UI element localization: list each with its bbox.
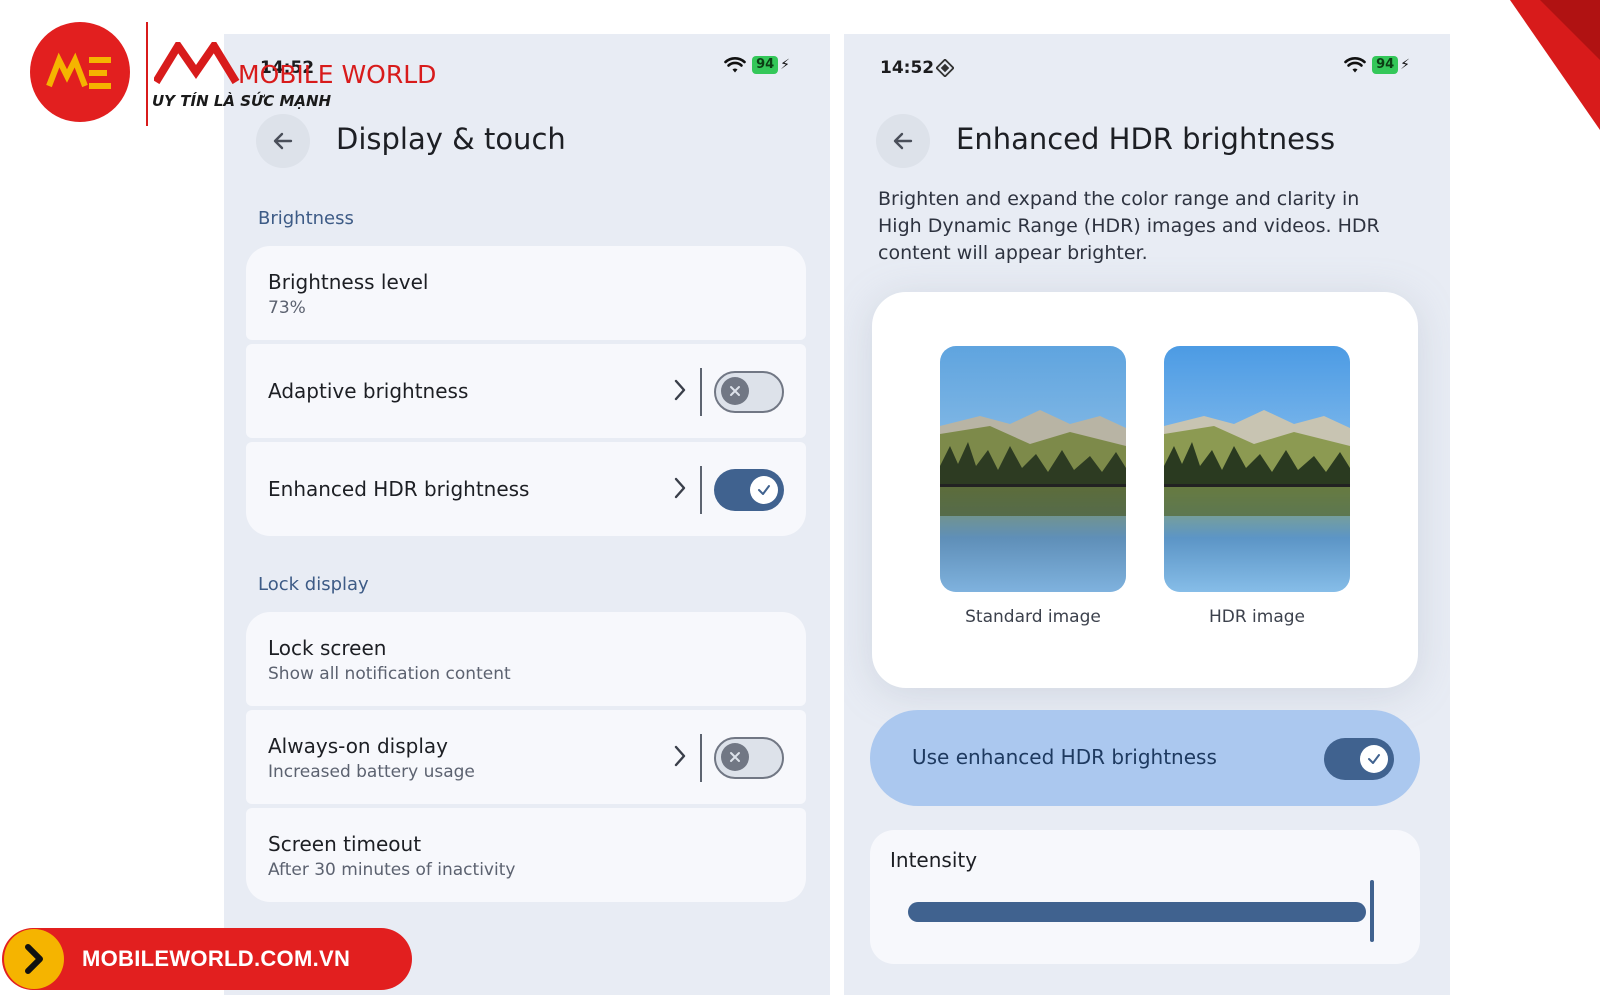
battery-level: 94 bbox=[1372, 56, 1399, 74]
website-url: MOBILEWORLD.COM.VN bbox=[82, 946, 351, 971]
chevron-right-icon[interactable] bbox=[672, 475, 688, 501]
wifi-icon bbox=[724, 57, 746, 73]
wifi-icon bbox=[1344, 57, 1366, 73]
toggle-knob bbox=[750, 476, 778, 504]
toggle-knob bbox=[1360, 745, 1388, 773]
brightness-level-item[interactable]: Brightness level 73% bbox=[246, 246, 806, 340]
brand-slogan: UY TÍN LÀ SỨC MẠNH bbox=[152, 92, 332, 110]
display-touch-screen: 14:52 94 ⚡ Display & touch Brightness Br… bbox=[224, 34, 830, 995]
logo-divider bbox=[146, 22, 148, 126]
adaptive-brightness-item[interactable]: Adaptive brightness bbox=[246, 344, 806, 438]
preview-card: Standard image HDR image bbox=[872, 292, 1418, 688]
always-on-display-toggle[interactable] bbox=[714, 737, 784, 779]
brand-logo-mark bbox=[30, 22, 130, 122]
landscape-photo-hdr bbox=[1164, 346, 1350, 592]
item-subtitle: Show all notification content bbox=[268, 664, 511, 684]
intensity-slider-handle[interactable] bbox=[1370, 880, 1374, 942]
landscape-photo-standard bbox=[940, 346, 1126, 592]
intensity-slider-track[interactable] bbox=[908, 902, 1366, 922]
enhanced-hdr-item[interactable]: Enhanced HDR brightness bbox=[246, 442, 806, 536]
status-icons: 94 ⚡ bbox=[724, 56, 790, 74]
item-title: Adaptive brightness bbox=[268, 379, 469, 403]
item-subtitle: Increased battery usage bbox=[268, 762, 475, 782]
nfc-icon bbox=[936, 59, 954, 77]
chevron-right-icon[interactable] bbox=[672, 743, 688, 769]
brand-name: MOBILE WORLD bbox=[238, 60, 437, 89]
item-title: Enhanced HDR brightness bbox=[268, 477, 530, 501]
adaptive-brightness-toggle[interactable] bbox=[714, 371, 784, 413]
divider bbox=[700, 734, 702, 782]
enhanced-hdr-screen: 14:52 94 ⚡ Enhanced HDR brightness Brigh… bbox=[844, 34, 1450, 995]
corner-decoration bbox=[1510, 0, 1600, 130]
toggle-knob bbox=[721, 377, 749, 405]
description: Brighten and expand the color range and … bbox=[878, 188, 1380, 264]
intensity-card: Intensity bbox=[870, 830, 1420, 964]
close-icon bbox=[730, 386, 740, 396]
logo-me-icon bbox=[46, 52, 111, 89]
use-enhanced-hdr-label: Use enhanced HDR brightness bbox=[912, 745, 1217, 769]
battery-level: 94 bbox=[752, 56, 779, 74]
brand-logo: MOBILE WORLD UY TÍN LÀ SỨC MẠNH bbox=[30, 22, 450, 126]
check-icon bbox=[1368, 754, 1380, 764]
section-header-brightness: Brightness bbox=[258, 208, 354, 229]
page-title: Display & touch bbox=[336, 122, 566, 156]
item-title: Always-on display bbox=[268, 734, 448, 758]
divider bbox=[700, 466, 702, 514]
hdr-image bbox=[1164, 346, 1350, 592]
lock-screen-item[interactable]: Lock screen Show all notification conten… bbox=[246, 612, 806, 706]
arrow-right-icon bbox=[4, 929, 64, 989]
close-icon bbox=[730, 752, 740, 762]
always-on-display-item[interactable]: Always-on display Increased battery usag… bbox=[246, 710, 806, 804]
item-subtitle: 73% bbox=[268, 298, 306, 318]
arrow-left-icon bbox=[273, 132, 293, 150]
arrow-left-icon bbox=[893, 132, 913, 150]
screen-timeout-item[interactable]: Screen timeout After 30 minutes of inact… bbox=[246, 808, 806, 902]
use-enhanced-hdr-row[interactable]: Use enhanced HDR brightness bbox=[870, 710, 1420, 806]
divider bbox=[700, 368, 702, 416]
charging-icon: ⚡ bbox=[1400, 57, 1410, 73]
intensity-label: Intensity bbox=[890, 848, 978, 872]
back-button[interactable] bbox=[876, 114, 930, 168]
logo-m-mark bbox=[154, 42, 240, 84]
section-header-lock-display: Lock display bbox=[258, 574, 369, 595]
item-subtitle: After 30 minutes of inactivity bbox=[268, 860, 516, 880]
hdr-image-caption: HDR image bbox=[1208, 607, 1306, 627]
check-icon bbox=[758, 485, 770, 495]
use-enhanced-hdr-toggle[interactable] bbox=[1324, 738, 1394, 780]
website-banner[interactable]: MOBILEWORLD.COM.VN bbox=[2, 928, 412, 990]
status-icons: 94 ⚡ bbox=[1344, 56, 1410, 74]
standard-image-caption: Standard image bbox=[965, 607, 1101, 627]
item-title: Screen timeout bbox=[268, 832, 422, 856]
item-title: Brightness level bbox=[268, 270, 429, 294]
toggle-knob bbox=[721, 743, 749, 771]
chevron-right-icon[interactable] bbox=[672, 377, 688, 403]
enhanced-hdr-toggle[interactable] bbox=[714, 469, 784, 511]
item-title: Lock screen bbox=[268, 636, 387, 660]
intensity-slider-fill bbox=[908, 902, 1366, 922]
status-time: 14:52 bbox=[880, 58, 935, 78]
page-title: Enhanced HDR brightness bbox=[956, 122, 1336, 156]
standard-image bbox=[940, 346, 1126, 592]
charging-icon: ⚡ bbox=[780, 57, 790, 73]
